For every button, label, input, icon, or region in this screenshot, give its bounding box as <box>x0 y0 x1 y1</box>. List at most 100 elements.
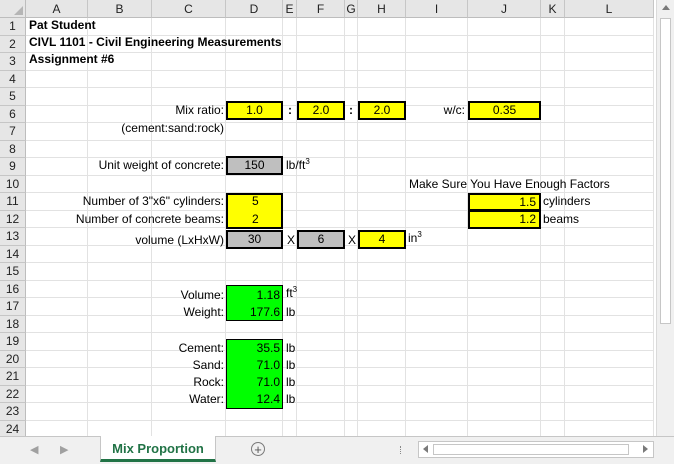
triangle-up-icon[interactable] <box>660 2 672 14</box>
material-unit: lb <box>286 358 296 372</box>
beam-factor-cell[interactable]: 1.2 <box>468 210 541 229</box>
row-gridline <box>26 419 654 421</box>
material-label: Sand: <box>192 358 224 372</box>
row-header-3[interactable]: 3 <box>0 53 26 71</box>
column-header-j[interactable]: J <box>468 0 541 18</box>
column-header-g[interactable]: G <box>345 0 358 18</box>
sand-ratio-cell[interactable]: 2.0 <box>297 101 345 120</box>
wc-label: w/c: <box>443 103 465 117</box>
row-header-2[interactable]: 2 <box>0 35 26 53</box>
plus-circle-icon[interactable]: + <box>251 442 265 457</box>
material-label: Cement: <box>178 341 224 355</box>
row-header-23[interactable]: 23 <box>0 403 26 421</box>
triangle-right-icon[interactable]: ▶ <box>60 436 68 464</box>
column-header-i[interactable]: I <box>406 0 468 18</box>
row-header-6[interactable]: 6 <box>0 105 26 123</box>
material-unit: lb <box>286 341 296 355</box>
row-header-22[interactable]: 22 <box>0 385 26 403</box>
times-sign: X <box>348 233 357 247</box>
row-gridline <box>26 174 654 176</box>
column-header-a[interactable]: A <box>26 0 88 18</box>
row-gridline <box>26 209 654 211</box>
cylinder-factor-cell[interactable]: 1.5 <box>468 193 541 211</box>
unit-weight-unit: lb/ft3 <box>286 157 310 172</box>
column-gridline <box>151 18 152 436</box>
column-header-b[interactable]: B <box>88 0 152 18</box>
row-gridline <box>26 52 654 53</box>
weight-value[interactable]: 177.6 <box>226 305 280 319</box>
horizontal-scrollbar[interactable] <box>418 441 654 458</box>
unit-weight-cell[interactable]: 150 <box>226 156 283 175</box>
row-header-7[interactable]: 7 <box>0 123 26 141</box>
row-header-19[interactable]: 19 <box>0 333 26 351</box>
row-header-5[interactable]: 5 <box>0 88 26 106</box>
row-header-17[interactable]: 17 <box>0 298 26 316</box>
column-header-e[interactable]: E <box>283 0 297 18</box>
row-header-12[interactable]: 12 <box>0 210 26 228</box>
material-value[interactable]: 71.0 <box>226 375 280 389</box>
wc-ratio-cell[interactable]: 0.35 <box>468 101 541 120</box>
vertical-scrollbar[interactable] <box>656 0 674 436</box>
h-scroll-thumb[interactable] <box>433 444 629 455</box>
cylinders-value[interactable]: 5 <box>252 194 259 208</box>
row-gridline <box>26 332 654 333</box>
cylinders-label: Number of 3"x6" cylinders: <box>82 194 224 208</box>
row-header-4[interactable]: 4 <box>0 70 26 88</box>
row-header-11[interactable]: 11 <box>0 193 26 211</box>
weight-label: Weight: <box>183 305 224 319</box>
material-value[interactable]: 71.0 <box>226 358 280 372</box>
row-header-20[interactable]: 20 <box>0 350 26 368</box>
column-gridline <box>405 18 406 436</box>
beams-value[interactable]: 2 <box>252 212 259 226</box>
row-gridline <box>26 69 654 71</box>
beam-factor-label: beams <box>543 212 580 226</box>
triangle-left-icon[interactable] <box>423 445 428 453</box>
cement-ratio-cell[interactable]: 1.0 <box>226 101 283 120</box>
ratio-colon: : <box>349 103 353 117</box>
unit-weight-label: Unit weight of concrete: <box>98 158 224 172</box>
row-header-9[interactable]: 9 <box>0 158 26 176</box>
column-header-l[interactable]: L <box>565 0 654 18</box>
row-header-18[interactable]: 18 <box>0 315 26 333</box>
row-header-16[interactable]: 16 <box>0 280 26 298</box>
row-header-21[interactable]: 21 <box>0 368 26 386</box>
width-cell[interactable]: 4 <box>358 230 406 249</box>
column-header-f[interactable]: F <box>297 0 345 18</box>
student-name: Pat Student <box>29 18 96 32</box>
row-gridline <box>26 279 654 281</box>
sheet-tab-mix-proportion[interactable]: Mix Proportion <box>100 436 216 462</box>
material-value[interactable]: 35.5 <box>226 341 280 355</box>
column-header-d[interactable]: D <box>226 0 283 18</box>
column-gridline <box>296 18 297 436</box>
material-label: Rock: <box>193 375 224 389</box>
row-header-15[interactable]: 15 <box>0 263 26 281</box>
column-header-k[interactable]: K <box>541 0 565 18</box>
row-gridline <box>26 139 654 141</box>
row-header-1[interactable]: 1 <box>0 18 26 36</box>
triangle-right-icon[interactable] <box>643 445 648 453</box>
row-header-13[interactable]: 13 <box>0 228 26 246</box>
factors-title: Make Sure You Have Enough Factors <box>409 177 610 191</box>
select-all-corner[interactable] <box>0 0 26 18</box>
tab-splitter[interactable] <box>400 446 404 454</box>
mix-ratio-sublabel: (cement:sand:rock) <box>121 121 224 135</box>
material-unit: lb <box>286 375 296 389</box>
volume-unit: ft3 <box>286 285 298 300</box>
row-header-8[interactable]: 8 <box>0 140 26 158</box>
column-gridline <box>653 18 654 436</box>
column-gridline <box>564 18 565 436</box>
triangle-left-icon[interactable]: ◀ <box>30 436 38 464</box>
volume-dims-unit: in3 <box>408 230 422 245</box>
scroll-thumb[interactable] <box>660 18 671 324</box>
column-header-c[interactable]: C <box>152 0 226 18</box>
course-title: CIVL 1101 - Civil Engineering Measuremen… <box>29 35 282 49</box>
ratio-colon: : <box>288 103 292 117</box>
height-cell[interactable]: 6 <box>297 230 345 249</box>
column-header-h[interactable]: H <box>358 0 406 18</box>
row-header-10[interactable]: 10 <box>0 175 26 193</box>
length-cell[interactable]: 30 <box>226 230 283 249</box>
rock-ratio-cell[interactable]: 2.0 <box>358 101 406 120</box>
row-header-14[interactable]: 14 <box>0 245 26 263</box>
volume-value[interactable]: 1.18 <box>226 288 280 302</box>
material-value[interactable]: 12.4 <box>226 392 280 406</box>
